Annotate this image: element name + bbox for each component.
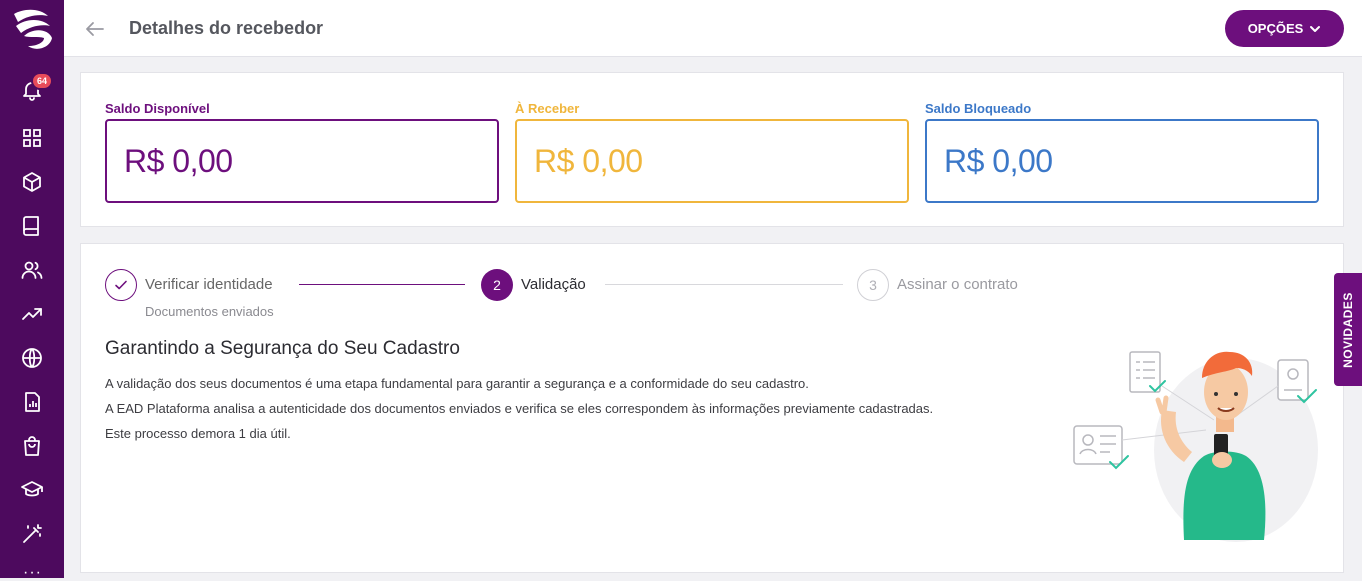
dashboard-icon[interactable]	[20, 126, 44, 150]
balances-card: Saldo Disponível R$ 0,00 À Receber R$ 0,…	[80, 72, 1344, 227]
receivable-balance-value: R$ 0,00	[534, 143, 643, 179]
paragraph-1: A validação dos seus documentos é uma et…	[105, 376, 809, 391]
report-icon[interactable]	[20, 390, 44, 414]
step-3-number: 3	[857, 269, 889, 301]
magic-wand-icon[interactable]	[20, 522, 44, 546]
available-balance-label: Saldo Disponível	[105, 101, 210, 116]
validation-card: Verificar identidade Documentos enviados…	[80, 243, 1344, 573]
options-button[interactable]: OPÇÕES	[1225, 10, 1344, 47]
step-1-check-icon	[105, 269, 137, 301]
blocked-balance-label: Saldo Bloqueado	[925, 101, 1032, 116]
sidebar: 64 ···	[0, 0, 64, 581]
step-2-label: Validação	[521, 276, 586, 293]
available-balance-value: R$ 0,00	[124, 143, 233, 179]
step-1-label: Verificar identidade	[145, 276, 273, 293]
top-header: Detalhes do recebedor OPÇÕES	[64, 0, 1362, 57]
globe-icon[interactable]	[20, 346, 44, 370]
receivable-balance-box: R$ 0,00	[515, 119, 909, 203]
blocked-balance-box: R$ 0,00	[925, 119, 1319, 203]
document-validation-illustration	[1073, 351, 1318, 542]
news-tab[interactable]: NOVIDADES	[1334, 273, 1362, 386]
receivable-balance-label: À Receber	[515, 101, 580, 116]
paragraph-3: Este processo demora 1 dia útil.	[105, 426, 291, 441]
step-2-number: 2	[481, 269, 513, 301]
graduation-cap-icon[interactable]	[20, 478, 44, 502]
back-arrow-icon[interactable]	[83, 17, 107, 41]
box-icon[interactable]	[20, 170, 44, 194]
section-title: Garantindo a Segurança do Seu Cadastro	[105, 338, 460, 359]
ead-logo[interactable]	[10, 6, 54, 52]
users-icon[interactable]	[20, 258, 44, 282]
paragraph-2: A EAD Plataforma analisa a autenticidade…	[105, 401, 934, 416]
shopping-bag-icon[interactable]	[20, 434, 44, 458]
step-1-sublabel: Documentos enviados	[145, 304, 274, 319]
more-menu-icon[interactable]: ···	[23, 565, 42, 581]
news-tab-label: NOVIDADES	[1341, 291, 1355, 368]
book-icon[interactable]	[20, 214, 44, 238]
trending-up-icon[interactable]	[20, 302, 44, 326]
notification-badge: 64	[31, 72, 53, 90]
step-3-label: Assinar o contrato	[897, 276, 1018, 293]
step-connector-1	[299, 284, 465, 285]
page-title: Detalhes do recebedor	[129, 18, 324, 38]
step-connector-2	[605, 284, 843, 285]
blocked-balance-value: R$ 0,00	[944, 143, 1053, 179]
chevron-down-icon	[1310, 25, 1321, 32]
options-button-label: OPÇÕES	[1247, 21, 1304, 36]
available-balance-box: R$ 0,00	[105, 119, 499, 203]
